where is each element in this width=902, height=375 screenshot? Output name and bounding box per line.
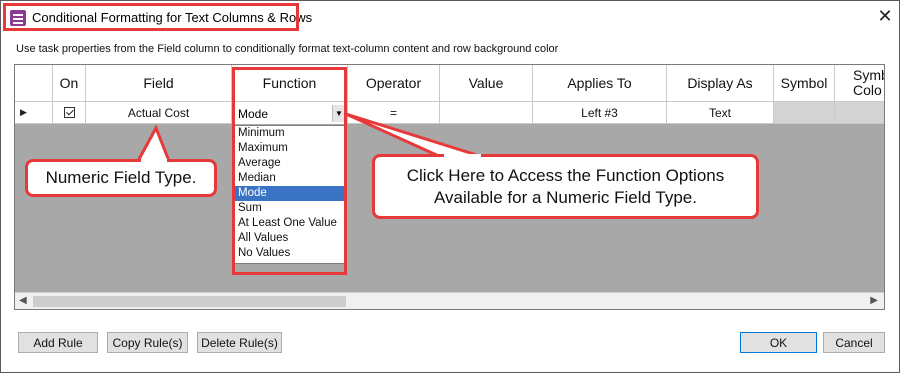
cell-field[interactable]: Actual Cost	[86, 102, 232, 124]
header-symbol-color[interactable]: Symb Colo	[835, 65, 884, 102]
title-bar: Conditional Formatting for Text Columns …	[1, 1, 901, 35]
copy-rules-button[interactable]: Copy Rule(s)	[107, 332, 188, 353]
instructions-text: Use task properties from the Field colum…	[16, 43, 559, 55]
header-symbol[interactable]: Symbol	[774, 65, 835, 102]
scroll-right-icon[interactable]: ▶	[870, 295, 878, 306]
function-column-highlight-box	[232, 67, 347, 275]
header-row-selector	[15, 65, 53, 102]
callout-right-text-line1: Click Here to Access the Function Option…	[406, 165, 725, 185]
header-on[interactable]: On	[53, 65, 86, 102]
cell-symbol[interactable]	[774, 102, 835, 124]
title-highlight-box	[3, 3, 299, 31]
conditional-formatting-dialog: Conditional Formatting for Text Columns …	[0, 0, 900, 373]
callout-right-text-line2: Available for a Numeric Field Type.	[433, 187, 697, 207]
cell-value[interactable]	[440, 102, 533, 124]
callout-right-join	[444, 154, 481, 159]
cell-operator[interactable]: =	[348, 102, 440, 124]
cell-display-as[interactable]: Text	[667, 102, 774, 124]
add-rule-button[interactable]: Add Rule	[18, 332, 98, 353]
close-icon[interactable]: ✕	[875, 6, 895, 26]
on-checkbox[interactable]	[63, 107, 75, 118]
row-pointer-icon: ▶	[20, 107, 27, 117]
header-field[interactable]: Field	[86, 65, 232, 102]
horizontal-scrollbar[interactable]: ◀ ▶	[15, 292, 884, 309]
scroll-left-icon[interactable]: ◀	[19, 295, 27, 306]
ok-button[interactable]: OK	[740, 332, 817, 353]
callout-left-text: Numeric Field Type.	[45, 168, 197, 187]
callout-function-options: Click Here to Access the Function Option…	[372, 154, 759, 219]
header-value[interactable]: Value	[440, 65, 533, 102]
callout-numeric-field-type: Numeric Field Type.	[25, 159, 217, 197]
cell-applies-to[interactable]: Left #3	[533, 102, 667, 124]
delete-rules-button[interactable]: Delete Rule(s)	[197, 332, 282, 353]
callout-left-join	[141, 158, 167, 163]
row-selector[interactable]: ▶	[15, 102, 53, 124]
header-operator[interactable]: Operator	[348, 65, 440, 102]
header-applies-to[interactable]: Applies To	[533, 65, 667, 102]
scrollbar-thumb[interactable]	[33, 296, 346, 307]
header-display-as[interactable]: Display As	[667, 65, 774, 102]
cell-on[interactable]	[53, 102, 86, 124]
cancel-button[interactable]: Cancel	[823, 332, 885, 353]
cell-symbol-color[interactable]	[835, 102, 884, 124]
